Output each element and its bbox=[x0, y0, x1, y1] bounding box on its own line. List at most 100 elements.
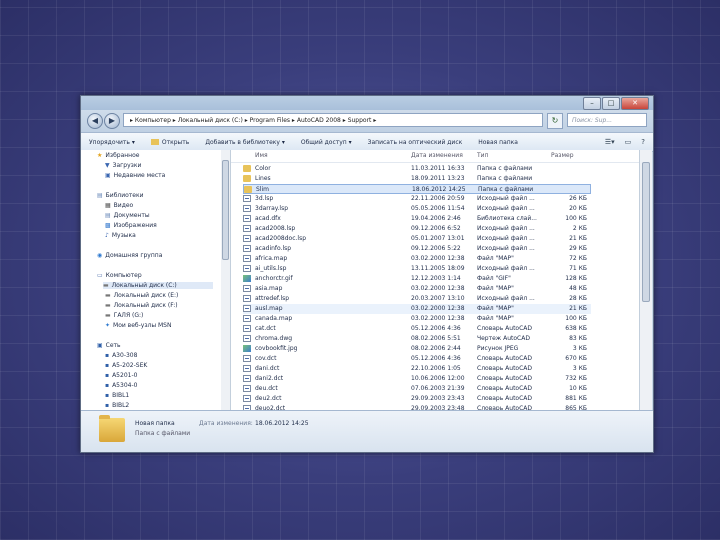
organize-button[interactable]: Упорядочить ▾ bbox=[81, 139, 143, 146]
share-button[interactable]: Общий доступ ▾ bbox=[293, 139, 360, 146]
table-row[interactable]: ai_utils.lsp 13.11.2005 18:09 Исходный фай… bbox=[243, 264, 591, 274]
file-icon bbox=[243, 255, 251, 262]
table-row[interactable]: dani2.dct 10.06.2006 12:00 Словарь AutoCAD… bbox=[243, 374, 591, 384]
preview-pane-icon[interactable]: ▭ bbox=[625, 138, 632, 146]
nav-net-item[interactable]: ▪ A5-202-SEK bbox=[105, 362, 147, 369]
file-list-scrollbar[interactable] bbox=[639, 150, 652, 410]
table-row[interactable]: deu.dct 07.06.2003 21:39 Словарь AutoCAD 10… bbox=[243, 384, 591, 394]
table-row[interactable]: canada.map 03.02.2000 12:38 Файл "MAP" 100 … bbox=[243, 314, 591, 324]
file-name: acadinfo.lsp bbox=[255, 245, 292, 252]
table-row[interactable]: cat.dct 05.12.2006 4:36 Словарь AutoCAD 638… bbox=[243, 324, 591, 334]
nav-net-item[interactable]: ▪ BIBL1 bbox=[105, 392, 129, 399]
nav-net-item[interactable]: ▪ A5304-0 bbox=[105, 382, 137, 389]
minimize-button[interactable]: – bbox=[583, 97, 601, 110]
table-row[interactable]: Lines 18.09.2011 13:23 Папка с файлами bbox=[243, 174, 591, 184]
table-row[interactable]: acad.dfx 19.04.2006 2:46 Библиотека слай..… bbox=[243, 214, 591, 224]
col-type[interactable]: Тип bbox=[477, 152, 489, 159]
nav-msn[interactable]: ✦ Мои веб-узлы MSN bbox=[105, 322, 171, 329]
nav-label: BIBL2 bbox=[112, 402, 130, 409]
table-row[interactable]: 3darray.lsp 05.05.2006 11:54 Исходный файл… bbox=[243, 204, 591, 214]
file-name: acad2008.lsp bbox=[255, 225, 296, 232]
file-scroll-thumb[interactable] bbox=[642, 162, 650, 302]
nav-documents[interactable]: ▤ Документы bbox=[105, 212, 150, 219]
table-row[interactable]: anchorctr.gif 12.12.2003 1:14 Файл "GIF" 12… bbox=[243, 274, 591, 284]
folder-icon bbox=[99, 415, 125, 442]
file-date: 03.02.2000 12:38 bbox=[411, 255, 465, 262]
table-row[interactable]: acadinfo.lsp 09.12.2006 5:22 Исходный файл… bbox=[243, 244, 591, 254]
nav-scrollbar[interactable] bbox=[221, 150, 231, 410]
nav-scroll-thumb[interactable] bbox=[222, 160, 229, 260]
documents-icon: ▤ bbox=[105, 212, 111, 219]
file-date: 09.12.2006 5:22 bbox=[411, 245, 461, 252]
file-type: Исходный файл ... bbox=[477, 225, 535, 232]
nav-label: Локальный диск (F:) bbox=[113, 302, 178, 309]
file-date: 20.03.2007 13:10 bbox=[411, 295, 465, 302]
col-date[interactable]: Дата изменения bbox=[411, 152, 463, 159]
msn-icon: ✦ bbox=[105, 322, 111, 329]
file-icon bbox=[243, 325, 251, 332]
details-name: Новая папка bbox=[135, 420, 175, 427]
file-date: 03.02.2000 12:38 bbox=[411, 315, 465, 322]
close-button[interactable]: ✕ bbox=[621, 97, 649, 110]
table-row[interactable]: 3d.lsp 22.11.2006 20:59 Исходный файл ... 2… bbox=[243, 194, 591, 204]
forward-button[interactable]: ▶ bbox=[104, 113, 120, 129]
table-row[interactable]: chroma.dwg 08.02.2006 5:51 Чертеж AutoCAD 8… bbox=[243, 334, 591, 344]
view-options-icon[interactable]: ☰▾ bbox=[605, 138, 615, 146]
table-row[interactable]: asia.map 03.02.2000 12:38 Файл "MAP" 48 КБ bbox=[243, 284, 591, 294]
table-row[interactable]: cov.dct 05.12.2006 4:36 Словарь AutoCAD 670… bbox=[243, 354, 591, 364]
file-type: Файл "MAP" bbox=[477, 305, 514, 312]
file-date: 22.11.2006 20:59 bbox=[411, 195, 465, 202]
table-row[interactable]: ausl.map 03.02.2000 12:38 Файл "MAP" 21 КБ bbox=[243, 304, 591, 314]
burn-button[interactable]: Записать на оптический диск bbox=[360, 139, 471, 146]
table-row[interactable]: Slim 18.06.2012 14:25 Папка с файлами bbox=[243, 184, 591, 194]
address-bar[interactable]: ▸ Компьютер ▸ Локальный диск (C:) ▸ Prog… bbox=[123, 113, 543, 127]
file-name: cat.dct bbox=[255, 325, 276, 332]
nav-music[interactable]: ♪ Музыка bbox=[105, 232, 136, 239]
nav-pictures[interactable]: ▩ Изображения bbox=[105, 222, 157, 229]
nav-homegroup[interactable]: ◉ Домашняя группа bbox=[97, 252, 162, 259]
file-date: 18.06.2012 14:25 bbox=[412, 186, 466, 193]
search-input[interactable]: Поиск: Sup... bbox=[567, 113, 647, 127]
table-row[interactable]: deu2.dct 29.09.2003 23:43 Словарь AutoCAD 8… bbox=[243, 394, 591, 404]
nav-net-item[interactable]: ▪ BIBL2 bbox=[105, 402, 129, 409]
open-button[interactable]: Открыть bbox=[143, 139, 197, 146]
file-name: Lines bbox=[255, 175, 271, 182]
table-row[interactable]: dani.dct 22.10.2006 1:05 Словарь AutoCAD 3 … bbox=[243, 364, 591, 374]
nav-network[interactable]: ▣ Сеть bbox=[97, 342, 121, 349]
nav-label: Сеть bbox=[105, 342, 121, 349]
nav-drive-f[interactable]: ▬ Локальный диск (F:) bbox=[105, 302, 178, 309]
nav-label: A5201-0 bbox=[112, 372, 138, 379]
col-size[interactable]: Размер bbox=[551, 152, 574, 159]
new-folder-button[interactable]: Новая папка bbox=[470, 139, 526, 146]
nav-recent[interactable]: ▣ Недавние места bbox=[105, 172, 165, 179]
file-icon bbox=[243, 375, 251, 382]
col-name[interactable]: Имя bbox=[255, 152, 268, 159]
nav-drive-g[interactable]: ▬ ГАЛЯ (G:) bbox=[105, 312, 143, 319]
help-icon[interactable]: ? bbox=[641, 138, 645, 146]
back-button[interactable]: ◀ bbox=[87, 113, 103, 129]
table-row[interactable]: acad2008.lsp 09.12.2006 6:52 Исходный файл… bbox=[243, 224, 591, 234]
nav-video[interactable]: ▦ Видео bbox=[105, 202, 133, 209]
nav-drive-c[interactable]: ▬ Локальный диск (C:) bbox=[103, 282, 213, 289]
nav-downloads[interactable]: ▼ Загрузки bbox=[105, 162, 141, 169]
download-icon: ▼ bbox=[105, 162, 110, 169]
maximize-button[interactable]: □ bbox=[602, 97, 620, 110]
network-computer-icon: ▪ bbox=[105, 352, 110, 359]
file-type: Файл "GIF" bbox=[477, 275, 511, 282]
table-row[interactable]: Color 11.03.2011 16:33 Папка с файлами bbox=[243, 164, 591, 174]
table-row[interactable]: attredef.lsp 20.03.2007 13:10 Исходный фай… bbox=[243, 294, 591, 304]
nav-drive-e[interactable]: ▬ Локальный диск (E:) bbox=[105, 292, 178, 299]
nav-label: BIBL1 bbox=[112, 392, 130, 399]
table-row[interactable]: africa.map 03.02.2000 12:38 Файл "MAP" 72 К… bbox=[243, 254, 591, 264]
nav-libraries[interactable]: ▤ Библиотеки bbox=[97, 192, 144, 199]
file-type: Словарь AutoCAD bbox=[477, 395, 533, 402]
table-row[interactable]: acad2008doc.lsp 05.01.2007 13:01 Исходный … bbox=[243, 234, 591, 244]
nav-net-item[interactable]: ▪ A30-308 bbox=[105, 352, 137, 359]
nav-computer[interactable]: ▭ Компьютер bbox=[97, 272, 142, 279]
nav-net-item[interactable]: ▪ A5201-0 bbox=[105, 372, 137, 379]
table-row[interactable]: covbookfit.jpg 08.02.2006 2:44 Рисунок JPE… bbox=[243, 344, 591, 354]
homegroup-icon: ◉ bbox=[97, 252, 103, 259]
nav-favorites[interactable]: ★ Избранное bbox=[97, 152, 139, 159]
add-library-button[interactable]: Добавить в библиотеку ▾ bbox=[197, 139, 293, 146]
refresh-button[interactable]: ↻ bbox=[547, 113, 563, 129]
